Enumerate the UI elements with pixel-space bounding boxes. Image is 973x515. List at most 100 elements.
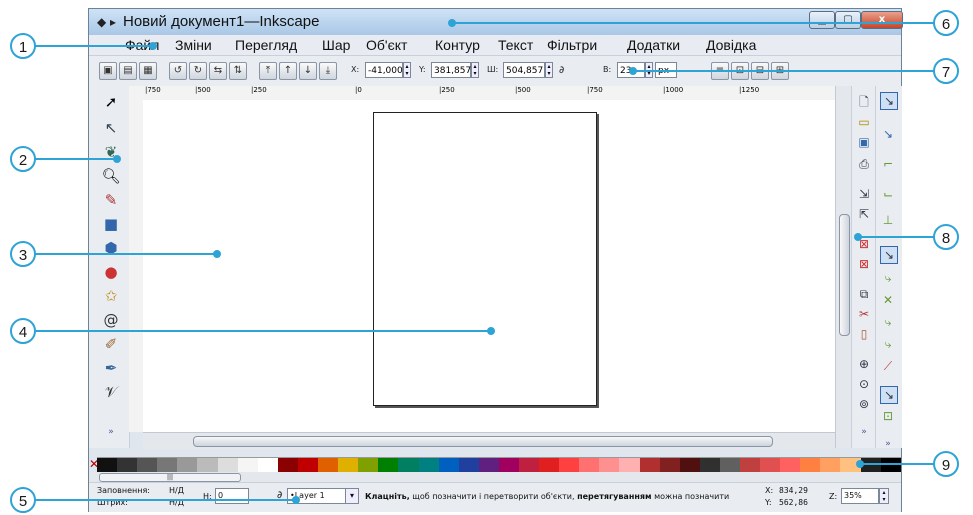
snap-smooth-nodes-icon[interactable]: ⤷: [880, 336, 896, 352]
color-swatch[interactable]: [458, 458, 479, 472]
snap-path-intersection-icon[interactable]: ✕: [880, 292, 896, 308]
color-swatch[interactable]: [398, 458, 419, 472]
menu-layer[interactable]: Шар: [322, 37, 350, 53]
vertical-scrollbar[interactable]: [835, 86, 852, 448]
color-swatch[interactable]: [378, 458, 399, 472]
color-swatch[interactable]: [719, 458, 740, 472]
color-swatch[interactable]: [659, 458, 680, 472]
palette-scroll-thumb[interactable]: |||: [99, 473, 241, 482]
menu-filters[interactable]: Фільтри: [547, 37, 597, 53]
w-input[interactable]: 504,857: [503, 62, 545, 78]
print-icon[interactable]: ⎙: [856, 156, 872, 172]
snap-enable-icon[interactable]: ↘: [880, 92, 898, 110]
color-swatch[interactable]: [478, 458, 499, 472]
color-swatch[interactable]: [599, 458, 620, 472]
color-swatch[interactable]: [780, 458, 801, 472]
y-spinner[interactable]: ▴ ▾: [471, 62, 479, 78]
lower-to-bottom-icon[interactable]: ⤓: [319, 62, 337, 80]
pencil-tool-icon[interactable]: ✐: [101, 334, 121, 354]
snap-bbox-corner-icon[interactable]: ⌙: [880, 186, 896, 202]
open-icon[interactable]: ▭: [856, 114, 872, 130]
horizontal-scrollbar[interactable]: [143, 432, 835, 449]
opacity-input[interactable]: 0: [215, 488, 249, 504]
snap-bbox-icon[interactable]: ↘: [880, 126, 896, 142]
pen-tool-icon[interactable]: ✒: [101, 358, 121, 378]
color-swatch[interactable]: [177, 458, 198, 472]
menu-help[interactable]: Довідка: [706, 37, 756, 53]
ellipse-tool-icon[interactable]: ●: [101, 262, 121, 282]
measure-tool-icon[interactable]: ✎: [101, 190, 121, 210]
color-swatch[interactable]: [559, 458, 580, 472]
color-swatch[interactable]: [639, 458, 660, 472]
menu-path[interactable]: Контур: [435, 37, 480, 53]
vertical-scroll-thumb[interactable]: [839, 214, 850, 336]
snap-bbox-midpoint-icon[interactable]: ⊥: [880, 212, 896, 228]
color-swatch[interactable]: [257, 458, 278, 472]
export-icon[interactable]: ⇱: [856, 206, 872, 222]
new-document-icon[interactable]: 🗋: [856, 94, 872, 110]
color-swatch[interactable]: [619, 458, 640, 472]
copy-icon[interactable]: ⧉: [856, 286, 872, 302]
calligraphy-tool-icon[interactable]: 𝒱: [101, 382, 121, 402]
menu-view[interactable]: Перегляд: [235, 37, 297, 53]
zoom-page-icon[interactable]: ⊚: [856, 396, 872, 412]
lock-icon[interactable]: ∂: [559, 65, 564, 76]
color-swatch[interactable]: [518, 458, 540, 472]
flip-vertical-icon[interactable]: ⇅: [229, 62, 247, 80]
raise-icon[interactable]: ↑: [279, 62, 297, 80]
color-swatch[interactable]: [880, 458, 901, 472]
color-swatch[interactable]: [157, 458, 178, 472]
x-spinner[interactable]: ▴ ▾: [403, 62, 411, 78]
snap-midpoints-icon[interactable]: ⟋: [880, 358, 896, 374]
color-swatch[interactable]: [277, 458, 298, 472]
import-icon[interactable]: ⇲: [856, 186, 872, 202]
color-swatch[interactable]: [297, 458, 319, 472]
star-tool-icon[interactable]: ✩: [101, 286, 121, 306]
deselect-icon[interactable]: ▦: [139, 62, 157, 80]
snap-more-icon[interactable]: »: [880, 436, 896, 452]
save-icon[interactable]: ▣: [856, 134, 872, 150]
redo-icon[interactable]: ⊠: [856, 256, 872, 272]
color-swatch[interactable]: [498, 458, 519, 472]
rotate-ccw-icon[interactable]: ↺: [169, 62, 187, 80]
close-button[interactable]: x: [861, 11, 903, 29]
color-swatch[interactable]: [800, 458, 821, 472]
color-swatch[interactable]: [97, 458, 118, 472]
menu-object[interactable]: Об'єкт: [366, 37, 407, 53]
zoom-spinner[interactable]: ▴ ▾: [879, 488, 889, 504]
selector-tool-icon[interactable]: ➚: [101, 92, 121, 112]
select-all-icon[interactable]: ▣: [99, 62, 117, 80]
color-swatch[interactable]: [820, 458, 841, 472]
snap-cusp-nodes-icon[interactable]: ⤷: [880, 314, 896, 330]
paste-icon[interactable]: ▯: [856, 326, 872, 342]
minimize-button[interactable]: ▁: [809, 11, 835, 29]
color-swatch[interactable]: [338, 458, 359, 472]
color-swatch[interactable]: [740, 458, 761, 472]
palette-scrollbar[interactable]: |||: [89, 472, 901, 482]
raise-to-top-icon[interactable]: ⤒: [259, 62, 277, 80]
color-swatch[interactable]: [418, 458, 439, 472]
zoom-input[interactable]: 35%: [841, 488, 879, 504]
rectangle-tool-icon[interactable]: ■: [101, 214, 121, 234]
color-swatch[interactable]: [438, 458, 459, 472]
snap-others-icon[interactable]: ↘: [880, 386, 898, 404]
document-page[interactable]: [373, 112, 597, 406]
lower-icon[interactable]: ↓: [299, 62, 317, 80]
color-swatch[interactable]: [579, 458, 600, 472]
spiral-tool-icon[interactable]: @: [101, 310, 121, 330]
canvas-area[interactable]: [143, 100, 835, 432]
zoom-tool-icon[interactable]: 🔍︎: [101, 166, 121, 186]
color-swatch[interactable]: [137, 458, 158, 472]
snap-nodes-icon[interactable]: ↘: [880, 246, 898, 264]
menu-text[interactable]: Текст: [498, 37, 533, 53]
color-swatch[interactable]: [699, 458, 720, 472]
no-paint-swatch[interactable]: ✕: [89, 457, 99, 471]
color-swatch[interactable]: [760, 458, 781, 472]
flip-horizontal-icon[interactable]: ⇆: [209, 62, 227, 80]
zoom-drawing-icon[interactable]: ⊙: [856, 376, 872, 392]
x-input[interactable]: -41,000: [365, 62, 403, 78]
color-swatch[interactable]: [237, 458, 258, 472]
menu-edit[interactable]: Зміни: [175, 37, 212, 53]
color-swatch[interactable]: [217, 458, 238, 472]
zoom-selection-icon[interactable]: ⊕: [856, 356, 872, 372]
